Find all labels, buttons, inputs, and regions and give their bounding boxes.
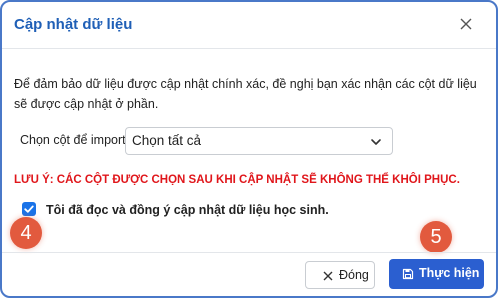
save-icon bbox=[402, 268, 414, 280]
column-select-value: Chọn tất cả bbox=[132, 133, 202, 148]
warning-text: LƯU Ý: CÁC CỘT ĐƯỢC CHỌN SAU KHI CẬP NHẬ… bbox=[14, 174, 460, 186]
dialog-description: Để đảm bảo dữ liệu được cập nhật chính x… bbox=[14, 77, 477, 111]
step-badge-4: 4 bbox=[10, 217, 42, 249]
close-dialog-label: Đóng bbox=[339, 268, 369, 282]
dialog-title: Cập nhật dữ liệu bbox=[14, 16, 133, 33]
check-icon bbox=[24, 205, 34, 213]
close-button[interactable] bbox=[456, 14, 476, 34]
submit-button[interactable]: Thực hiện bbox=[389, 259, 484, 289]
dialog-header: Cập nhật dữ liệu bbox=[2, 2, 496, 49]
chevron-down-icon bbox=[371, 139, 381, 145]
column-select-label: Chọn cột để import bbox=[20, 133, 126, 147]
step-badge-5: 5 bbox=[420, 221, 452, 253]
close-icon bbox=[460, 18, 472, 30]
submit-label: Thực hiện bbox=[419, 266, 480, 280]
close-icon bbox=[323, 271, 333, 281]
close-dialog-button[interactable]: Đóng bbox=[305, 261, 375, 289]
agree-checkbox[interactable] bbox=[22, 202, 36, 216]
column-select-dropdown[interactable]: Chọn tất cả bbox=[125, 127, 393, 155]
agree-label: Tôi đã đọc và đồng ý cập nhật dữ liệu họ… bbox=[46, 203, 329, 217]
update-data-dialog: Cập nhật dữ liệu Để đảm bảo dữ liệu được… bbox=[0, 0, 498, 298]
